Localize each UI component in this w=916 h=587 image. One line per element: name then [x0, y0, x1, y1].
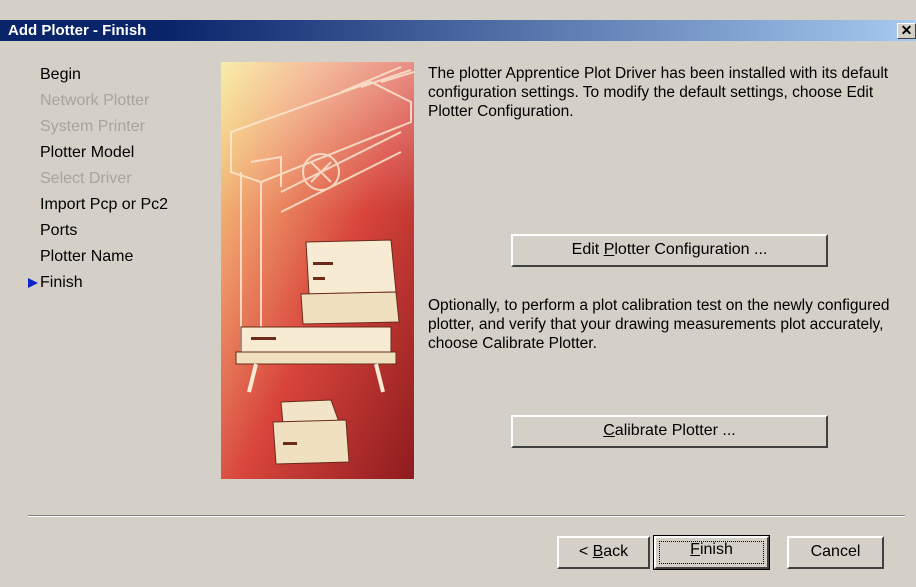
cancel-button[interactable]: Cancel: [787, 536, 884, 569]
calibrate-text: Optionally, to perform a plot calibratio…: [428, 297, 890, 352]
footer-divider-highlight: [28, 516, 905, 517]
wizard-step: Plotter Model: [40, 144, 135, 161]
add-plotter-dialog: Add Plotter - Finish ✕ Begin Network Plo…: [0, 0, 916, 587]
wizard-step: Network Plotter: [40, 92, 150, 109]
back-button[interactable]: < Back: [557, 536, 650, 569]
wizard-step: System Printer: [40, 118, 145, 135]
edit-plotter-configuration-button[interactable]: Edit Plotter Configuration ...: [511, 234, 828, 267]
title-bar[interactable]: Add Plotter - Finish ✕: [0, 0, 916, 41]
wizard-step: Select Driver: [40, 170, 132, 187]
wizard-step: Import Pcp or Pc2: [40, 196, 169, 213]
intro-text: The plotter Apprentice Plot Driver has b…: [428, 65, 889, 120]
wizard-step: Ports: [40, 222, 78, 239]
close-icon: ✕: [900, 22, 913, 38]
close-button[interactable]: ✕: [897, 23, 916, 39]
plotter-illustration: [221, 62, 414, 479]
window-title: Add Plotter - Finish: [8, 22, 147, 39]
wizard-side-image: [221, 62, 414, 479]
calibrate-plotter-button[interactable]: Calibrate Plotter ...: [511, 415, 828, 448]
wizard-step: Plotter Name: [40, 248, 134, 265]
wizard-step: Begin: [40, 66, 81, 83]
wizard-step: Finish: [28, 270, 168, 296]
wizard-steps-list: Begin Network Plotter System Printer Plo…: [28, 62, 168, 296]
finish-button[interactable]: Finish: [653, 535, 770, 570]
current-step-arrow-icon: [28, 278, 38, 288]
